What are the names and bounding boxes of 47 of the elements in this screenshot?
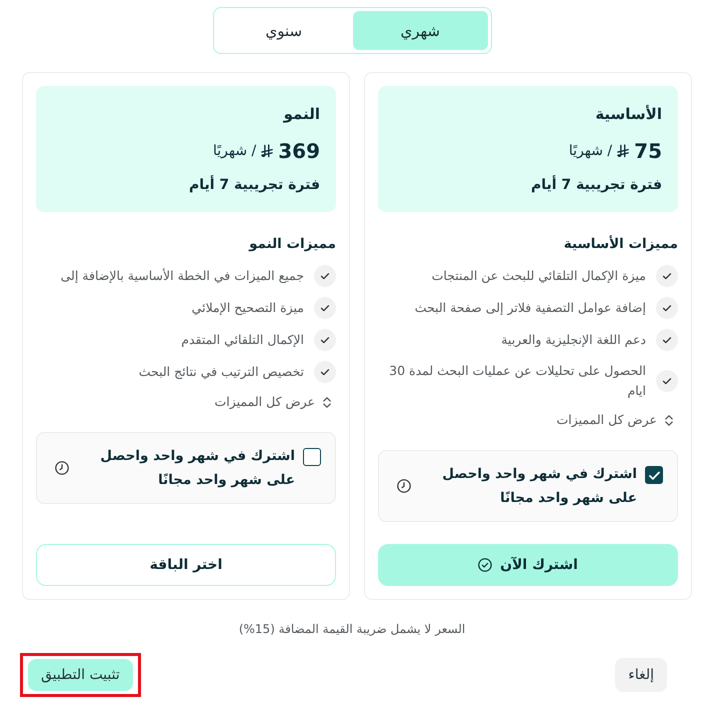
price-amount: 369: [278, 138, 320, 165]
feature-text: إضافة عوامل التصفية فلاتر إلى صفحة البحث: [414, 299, 646, 317]
show-all-features-link[interactable]: عرض كل المميزات: [214, 392, 336, 412]
cancel-button[interactable]: إلغاء: [615, 658, 667, 692]
checkmark-icon: [648, 470, 660, 480]
checkbox[interactable]: [303, 448, 321, 466]
currency-sign-icon: [617, 144, 630, 158]
check-icon: [314, 361, 336, 383]
trial-period: فترة تجريبية 7 أيام: [530, 175, 662, 195]
check-icon: [656, 370, 678, 392]
trial-period: فترة تجريبية 7 أيام: [188, 175, 320, 195]
price-period: / شهريًا: [568, 142, 612, 161]
show-all-features-link[interactable]: عرض كل المميزات: [556, 410, 678, 430]
plan-name: النمو: [284, 104, 320, 125]
feature-text: جميع الميزات في الخطة الأساسية بالإضافة إلى: [60, 267, 304, 285]
check-icon: [314, 329, 336, 351]
subscribe-button[interactable]: اشترك الآن: [378, 544, 678, 586]
check-icon: [656, 265, 678, 287]
check-icon: [656, 329, 678, 351]
feature-text: الحصول على تحليلات عن عمليات البحث لمدة 30 ايام: [388, 362, 646, 400]
features-title: مميزات الأساسية: [564, 234, 678, 254]
choose-plan-button[interactable]: اختر الباقة: [36, 544, 336, 586]
plan-name: الأساسية: [595, 104, 662, 125]
price-period: / شهريًا: [213, 142, 256, 161]
checkbox[interactable]: [645, 466, 663, 484]
feature-text: ميزة التصحيح الإملائي: [192, 299, 304, 317]
check-icon: [314, 297, 336, 319]
check-circle-icon: [478, 558, 492, 572]
feature-text: تخصيص الترتيب في نتائج البحث: [138, 363, 304, 381]
feature-text: الإكمال التلقائي المتقدم: [181, 331, 304, 349]
check-icon: [314, 265, 336, 287]
period-tab[interactable]: سنوي: [216, 11, 351, 50]
feature-text: دعم اللغة الإنجليزية والعربية: [501, 331, 646, 349]
feature-text: ميزة الإكمال التلقائي للبحث عن المنتجات: [432, 267, 646, 285]
period-tab[interactable]: شهري: [353, 11, 488, 50]
chevron-up-down-icon: [665, 414, 673, 426]
price-amount: 75: [634, 138, 662, 165]
offer-text: اشترك في شهر واحد واحصل على شهر واحد مجانًا: [441, 465, 637, 508]
chevron-up-down-icon: [323, 396, 331, 408]
install-app-button[interactable]: تثبيت التطبيق: [28, 659, 133, 691]
tax-note: السعر لا يشمل ضريبة القيمة المضافة (15%): [238, 621, 466, 638]
features-title: مميزات النمو: [249, 235, 336, 254]
currency-sign-icon: [261, 144, 274, 158]
check-icon: [656, 297, 678, 319]
clock-icon: [397, 479, 411, 493]
clock-icon: [55, 461, 69, 475]
offer-text: اشترك في شهر واحد واحصل على شهر واحد مجانًا: [99, 447, 295, 490]
